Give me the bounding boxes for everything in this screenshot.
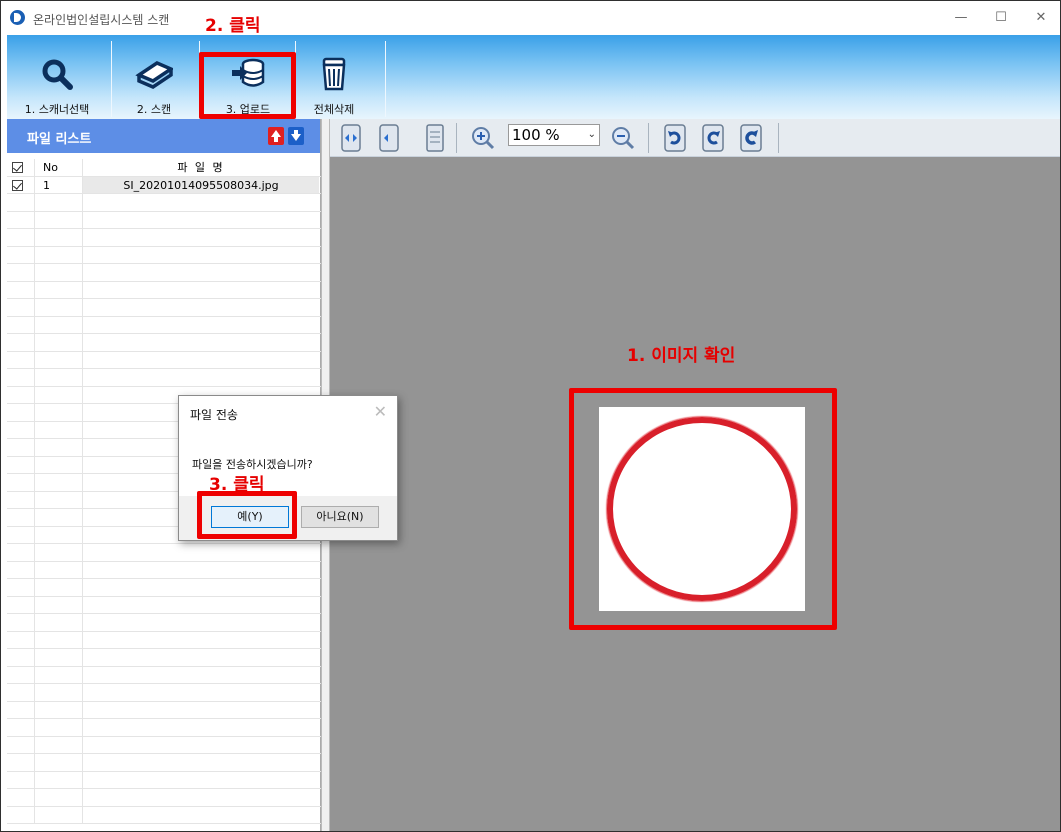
dialog-footer: 예(Y) 아니요(N) — [179, 496, 397, 540]
rotate-left-icon[interactable] — [662, 123, 688, 153]
main-toolbar: 1. 스캐너선택 2. 스캔 3. 업로드 전체삭제 — [7, 35, 1060, 119]
scanner-select-label: 1. 스캐너선택 — [24, 103, 90, 116]
upload-database-icon — [232, 58, 265, 87]
upload-button[interactable]: 3. 업로드 — [205, 35, 291, 119]
close-window-button[interactable]: ✕ — [1026, 7, 1056, 29]
delete-all-label: 전체삭제 — [313, 103, 355, 116]
empty-grid-row — [7, 666, 321, 684]
empty-grid-row — [7, 334, 321, 352]
step2-annotation: 2. 클릭 — [205, 16, 261, 36]
empty-grid-row — [7, 211, 321, 229]
empty-grid-row — [7, 579, 321, 597]
empty-grid-row — [7, 806, 321, 824]
scan-app-window: 온라인법인설립시스템 스캔 — ☐ ✕ 1. 스캐너선택 2. 스캔 3. 업로… — [0, 0, 1061, 832]
empty-grid-row — [7, 351, 321, 369]
row-checkbox[interactable] — [12, 179, 23, 191]
maximize-button[interactable]: ☐ — [986, 7, 1016, 29]
empty-grid-row — [7, 684, 321, 702]
empty-grid-row — [7, 246, 321, 264]
toolbar-divider — [111, 41, 112, 117]
search-icon — [42, 59, 73, 90]
window-title: 온라인법인설립시스템 스캔 — [33, 13, 170, 27]
toolbar-divider — [295, 41, 296, 117]
empty-grid-row — [7, 614, 321, 632]
viewer-toolbar-divider — [456, 123, 457, 153]
fit-page-icon[interactable] — [376, 123, 402, 153]
file-transfer-dialog: 파일 전송 ✕ 파일을 전송하시겠습니까? 예(Y) 아니요(N) — [178, 395, 398, 541]
empty-grid-row — [7, 719, 321, 737]
row-filename: SI_20201014095508034.jpg — [83, 176, 319, 193]
empty-grid-row — [7, 369, 321, 387]
column-filename-header: 파 일 명 — [177, 161, 225, 174]
scan-label: 2. 스캔 — [136, 103, 172, 116]
dialog-close-icon[interactable]: ✕ — [374, 402, 387, 421]
scanned-image — [599, 407, 805, 611]
step1-annotation: 1. 이미지 확인 — [627, 346, 736, 366]
zoom-level-select[interactable]: 100 % ⌄ — [508, 124, 600, 146]
file-list-title: 파일 리스트 — [27, 132, 92, 147]
empty-grid-row — [7, 631, 321, 649]
rotate-180-icon[interactable] — [738, 123, 764, 153]
empty-grid-row — [7, 194, 321, 212]
zoom-out-icon[interactable] — [610, 123, 636, 153]
chevron-down-icon: ⌄ — [587, 129, 596, 140]
zoom-level-value: 100 % — [512, 126, 560, 144]
empty-grid-row — [7, 701, 321, 719]
file-list-header: 파일 리스트 — [7, 119, 320, 153]
column-no-header: No — [35, 159, 83, 176]
fit-width-icon[interactable] — [338, 123, 364, 153]
zoom-in-icon[interactable] — [470, 123, 496, 153]
empty-grid-row — [7, 596, 321, 614]
move-up-arrow-icon[interactable] — [268, 127, 284, 145]
empty-grid-row — [7, 771, 321, 789]
toolbar-divider — [385, 41, 386, 117]
scanner-select-button[interactable]: 1. 스캐너선택 — [7, 35, 107, 119]
no-button[interactable]: 아니요(N) — [301, 506, 379, 528]
minimize-button[interactable]: — — [946, 7, 976, 29]
empty-grid-row — [7, 316, 321, 334]
delete-all-button[interactable]: 전체삭제 — [299, 35, 369, 119]
empty-grid-row — [7, 264, 321, 282]
actual-size-icon[interactable] — [422, 123, 448, 153]
empty-grid-row — [7, 229, 321, 247]
move-down-arrow-icon[interactable] — [288, 127, 304, 145]
red-stamp-circle — [607, 417, 797, 601]
yes-button[interactable]: 예(Y) — [211, 506, 289, 528]
viewer-toolbar-divider — [648, 123, 649, 153]
grid-header-row: No 파 일 명 — [7, 159, 321, 177]
empty-grid-row — [7, 736, 321, 754]
empty-grid-row — [7, 299, 321, 317]
viewer-toolbar: 100 % ⌄ — [330, 119, 1060, 157]
empty-grid-row — [7, 754, 321, 772]
upload-label: 3. 업로드 — [225, 103, 271, 116]
empty-grid-row — [7, 281, 321, 299]
dialog-title: 파일 전송 — [190, 408, 238, 422]
empty-grid-row — [7, 561, 321, 579]
title-bar: 온라인법인설립시스템 스캔 — ☐ ✕ — [1, 1, 1060, 35]
rotate-right-icon[interactable] — [700, 123, 726, 153]
select-all-checkbox[interactable] — [12, 162, 23, 173]
empty-grid-row — [7, 649, 321, 667]
viewer-toolbar-divider — [778, 123, 779, 153]
toolbar-divider — [199, 41, 200, 117]
app-logo-icon — [10, 10, 25, 25]
row-no: 1 — [35, 176, 83, 193]
empty-grid-row — [7, 789, 321, 807]
scanner-icon — [135, 61, 173, 89]
empty-grid-row — [7, 544, 321, 562]
table-row[interactable]: 1 SI_20201014095508034.jpg — [7, 176, 321, 194]
scan-button[interactable]: 2. 스캔 — [117, 35, 191, 119]
step3-annotation: 3. 클릭 — [209, 475, 265, 495]
trash-icon — [322, 57, 346, 91]
